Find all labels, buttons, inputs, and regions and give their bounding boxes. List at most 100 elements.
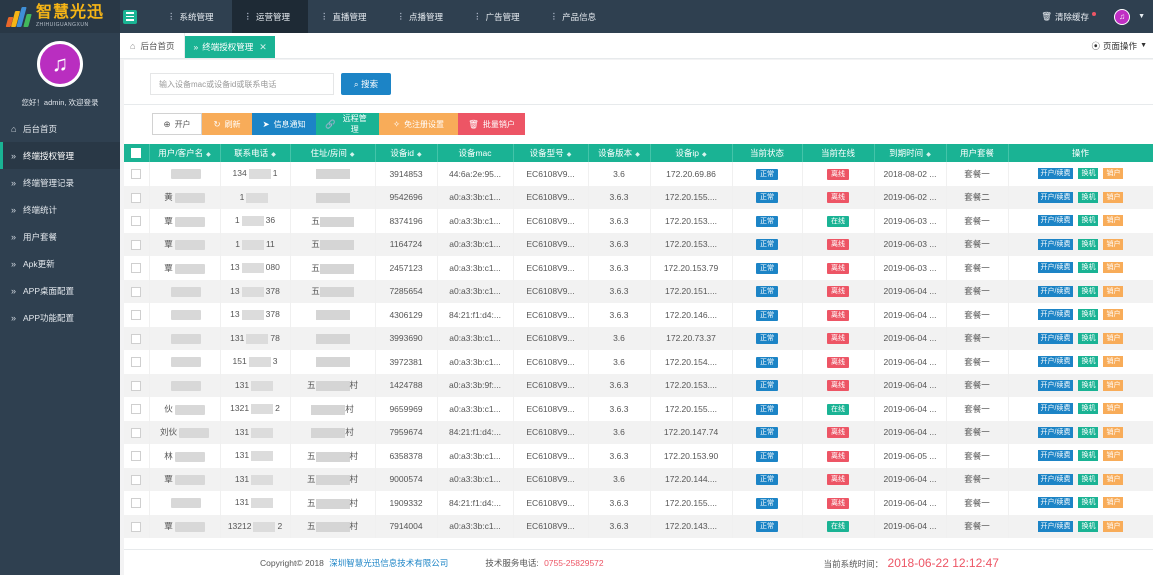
column-header[interactable]: 用户/客户名 ◆ [149,144,221,162]
cancel-account-button[interactable]: 销户 [1103,191,1124,203]
table-row[interactable]: 覃 1 36 五 8374196 a0:a3:3b:c1... EC6108V9... 3.6… [124,209,1153,233]
search-button[interactable]: ⌕ 搜索 [341,73,391,95]
renew-button[interactable]: 开户/续费 [1037,473,1074,485]
refresh-button[interactable]: ↻ 刷新 [202,113,252,135]
renew-button[interactable]: 开户/续费 [1037,168,1074,180]
swap-device-button[interactable]: 换机 [1078,379,1099,391]
renew-button[interactable]: 开户/续费 [1037,426,1074,438]
swap-device-button[interactable]: 换机 [1078,450,1099,462]
cancel-account-button[interactable]: 销户 [1103,356,1124,368]
sidebar-item-2[interactable]: » 终端管理记录 [0,169,120,196]
column-header[interactable]: 设备ip ◆ [650,144,733,162]
swap-device-button[interactable]: 换机 [1078,403,1099,415]
table-row[interactable]: 覃 13 080 五 2457123 a0:a3:3b:c1... EC6108V9... 3… [124,256,1153,280]
remote-manage-button[interactable]: 🔗 远程管理 [316,113,379,135]
table-row[interactable]: 刘伙 131 村 7959674 84:21:f1:d4:... EC6108V9... 3… [124,420,1153,444]
renew-button[interactable]: 开户/续费 [1037,309,1074,321]
swap-device-button[interactable]: 换机 [1078,309,1099,321]
row-checkbox[interactable] [131,521,142,532]
renew-button[interactable]: 开户/续费 [1037,356,1074,368]
row-checkbox[interactable] [131,216,142,227]
sidebar-item-1[interactable]: » 终端授权管理 [0,142,120,169]
table-row[interactable]: 伙 1321 2 村 9659969 a0:a3:3b:c1... EC6108V9... 3… [124,397,1153,421]
column-header[interactable]: 联系电话 ◆ [220,144,291,162]
swap-device-button[interactable]: 换机 [1078,426,1099,438]
column-header[interactable]: 设备版本 ◆ [588,144,651,162]
topnav-item-1[interactable]: ⋮ 运营管理 [231,0,309,33]
cancel-account-button[interactable]: 销户 [1103,238,1124,250]
cancel-account-button[interactable]: 销户 [1103,473,1124,485]
table-row[interactable]: 覃 13212 2 五村 7914004 a0:a3:3b:c1... EC6108V9..… [124,514,1153,538]
sidebar-item-6[interactable]: » APP桌面配置 [0,277,120,304]
batch-cancel-button[interactable]: 🗑 批量销户 [458,113,525,135]
notify-button[interactable]: ➤ 信息通知 [252,113,316,135]
row-checkbox[interactable] [131,333,142,344]
swap-device-button[interactable]: 换机 [1078,285,1099,297]
close-icon[interactable]: ✕ [259,42,267,53]
table-row[interactable]: 黄 1 9542696 a0:a3:3b:c1... EC6108V9... 3.6.3 1… [124,185,1153,209]
cancel-account-button[interactable]: 销户 [1103,285,1124,297]
topnav-item-3[interactable]: ⋮ 点播管理 [385,0,462,33]
caret-down-icon[interactable]: ▼ [1138,13,1145,20]
page-operations-dropdown[interactable]: ⦿ 页面操作 ▼ [1092,33,1153,58]
renew-button[interactable]: 开户/续费 [1037,285,1074,297]
table-row[interactable]: 林 131 五村 6358378 a0:a3:3b:c1... EC6108V9... 3.… [124,444,1153,468]
column-header[interactable]: 住址/房间 ◆ [290,144,376,162]
cancel-account-button[interactable]: 销户 [1103,332,1124,344]
table-row[interactable]: 13 378 4306129 84:21:f1:d4:... EC6108V9... 3.… [124,303,1153,327]
sidebar-item-0[interactable]: ⌂ 后台首页 [0,115,120,142]
topnav-item-5[interactable]: ⋮ 产品信息 [538,0,615,33]
renew-button[interactable]: 开户/续费 [1037,403,1074,415]
cancel-account-button[interactable]: 销户 [1103,403,1124,415]
free-register-button[interactable]: ✧ 免注册设置 [379,113,458,135]
swap-device-button[interactable]: 换机 [1078,520,1099,532]
swap-device-button[interactable]: 换机 [1078,473,1099,485]
row-checkbox[interactable] [131,474,142,485]
row-checkbox[interactable] [131,404,142,415]
renew-button[interactable]: 开户/续费 [1037,238,1074,250]
sidebar-item-3[interactable]: » 终端统计 [0,196,120,223]
renew-button[interactable]: 开户/续费 [1037,520,1074,532]
user-avatar-menu[interactable]: ♫ [1114,8,1131,25]
company-link[interactable]: 深圳智慧光迅信息技术有限公司 [329,558,448,568]
column-header[interactable]: 到期时间 ◆ [874,144,947,162]
renew-button[interactable]: 开户/续费 [1037,332,1074,344]
swap-device-button[interactable]: 换机 [1078,262,1099,274]
renew-button[interactable]: 开户/续费 [1037,262,1074,274]
column-header[interactable]: 设备id ◆ [375,144,438,162]
table-row[interactable]: 13 378 五 7285654 a0:a3:3b:c1... EC6108V9... 3.… [124,279,1153,303]
row-checkbox[interactable] [131,380,142,391]
swap-device-button[interactable]: 换机 [1078,168,1099,180]
renew-button[interactable]: 开户/续费 [1037,215,1074,227]
sidebar-item-5[interactable]: » Apk更新 [0,250,120,277]
swap-device-button[interactable]: 换机 [1078,238,1099,250]
table-row[interactable]: 151 3 3972381 a0:a3:3b:c1... EC6108V9... 3.6 1… [124,350,1153,374]
table-row[interactable]: 覃 131 五村 9000574 a0:a3:3b:c1... EC6108V9... 3.… [124,467,1153,491]
swap-device-button[interactable]: 换机 [1078,356,1099,368]
row-checkbox[interactable] [131,169,142,180]
renew-button[interactable]: 开户/续费 [1037,450,1074,462]
cancel-account-button[interactable]: 销户 [1103,262,1124,274]
avatar[interactable]: ♫ [37,41,83,87]
topnav-item-2[interactable]: ⋮ 直播管理 [308,0,385,33]
cancel-account-button[interactable]: 销户 [1103,309,1124,321]
select-all-checkbox[interactable] [131,148,142,159]
row-checkbox[interactable] [131,357,142,368]
table-row[interactable]: 131 78 3993690 a0:a3:3b:c1... EC6108V9... 3.6… [124,326,1153,350]
cancel-account-button[interactable]: 销户 [1103,520,1124,532]
swap-device-button[interactable]: 换机 [1078,191,1099,203]
row-checkbox[interactable] [131,310,142,321]
open-account-button[interactable]: ⊕ 开户 [152,113,202,135]
cancel-account-button[interactable]: 销户 [1103,168,1124,180]
tab-terminal-auth[interactable]: » 终端授权管理 ✕ [185,36,275,58]
renew-button[interactable]: 开户/续费 [1037,379,1074,391]
swap-device-button[interactable]: 换机 [1078,332,1099,344]
swap-device-button[interactable]: 换机 [1078,497,1099,509]
table-row[interactable]: 134 1 3914853 44:6a:2e:95... EC6108V9... 3.6 1… [124,162,1153,186]
swap-device-button[interactable]: 换机 [1078,215,1099,227]
clear-cache-button[interactable]: 🗑 清除缓存 [1041,11,1097,23]
cancel-account-button[interactable]: 销户 [1103,426,1124,438]
cancel-account-button[interactable]: 销户 [1103,379,1124,391]
menu-toggle-button[interactable] [123,9,137,24]
row-checkbox[interactable] [131,239,142,250]
